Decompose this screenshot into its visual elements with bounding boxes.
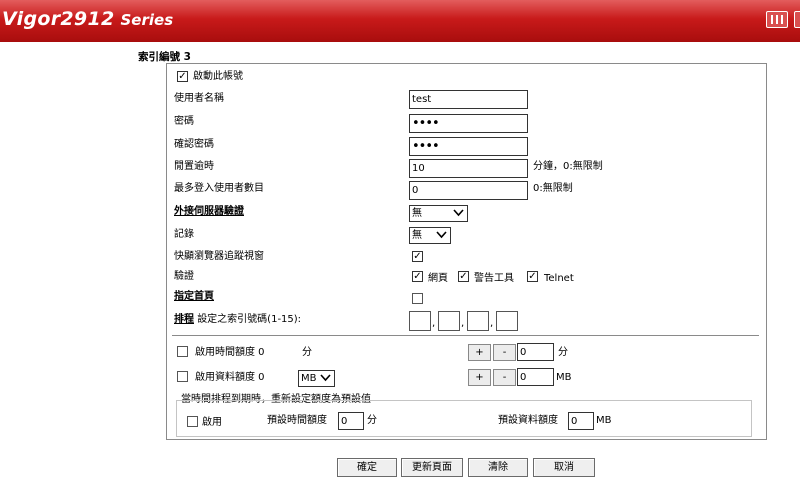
username-input[interactable]	[409, 90, 528, 109]
data-quota-minus-button[interactable]: -	[493, 369, 516, 386]
password-input[interactable]	[409, 114, 528, 133]
external-server-auth-select[interactable]: 無	[409, 205, 468, 222]
auth-web-label: 網頁	[428, 273, 448, 284]
series-name: Series	[120, 11, 174, 29]
auth-alert-tool-checkbox[interactable]: ✓	[458, 271, 469, 282]
auth-alert-tool-label: 警告工具	[474, 273, 514, 284]
index-label: 索引編號 3	[138, 51, 191, 63]
log-value: 無	[412, 230, 422, 241]
schedule-index-2-input[interactable]	[438, 311, 460, 331]
enable-account-label: 啟動此帳號	[193, 71, 243, 82]
default-data-quota-label: 預設資料額度	[498, 415, 558, 426]
reset-quota-section	[176, 400, 752, 437]
landing-page-link[interactable]: 指定首頁	[174, 290, 214, 304]
default-data-quota-unit: MB	[596, 415, 612, 426]
authentication-label: 驗證	[174, 271, 194, 282]
log-label: 記錄	[174, 229, 194, 240]
idle-timeout-label: 閒置逾時	[174, 161, 214, 172]
cancel-button[interactable]: 取消	[533, 458, 595, 477]
product-logo: Vigor2912 Series	[2, 8, 173, 34]
max-login-users-unit: 0:無限制	[533, 183, 573, 194]
schedule-separator: ,	[461, 318, 465, 329]
time-quota-unit-label: 分	[302, 347, 312, 358]
schedule-index-3-input[interactable]	[467, 311, 489, 331]
clear-button[interactable]: 清除	[468, 458, 528, 477]
data-quota-label: 啟用資料額度 0	[195, 372, 265, 383]
default-time-quota-unit: 分	[367, 415, 377, 426]
data-quota-plus-button[interactable]: +	[468, 369, 491, 386]
default-data-quota-input[interactable]	[568, 412, 594, 430]
external-server-auth-value: 無	[412, 208, 422, 219]
idle-timeout-unit: 分鐘，0:無限制	[533, 161, 603, 172]
external-server-auth-link[interactable]: 外接伺服器驗證	[174, 205, 244, 219]
time-quota-unit: 分	[558, 347, 568, 358]
ok-button[interactable]: 確定	[337, 458, 397, 477]
time-quota-label: 啟用時間額度 0	[195, 347, 265, 358]
reset-enable-checkbox[interactable]	[187, 416, 198, 427]
default-time-quota-input[interactable]	[338, 412, 364, 430]
default-time-quota-label: 預設時間額度	[267, 415, 327, 426]
time-quota-plus-button[interactable]: +	[468, 344, 491, 361]
idle-timeout-input[interactable]	[409, 159, 528, 178]
model-name: Vigor2912	[2, 8, 115, 30]
schedule-separator: ,	[490, 318, 494, 329]
schedule-link[interactable]: 排程	[174, 314, 194, 325]
chevron-down-icon	[436, 230, 447, 239]
auth-telnet-checkbox[interactable]: ✓	[527, 271, 538, 282]
landing-page-checkbox[interactable]	[412, 293, 423, 304]
settings-sliders-icon[interactable]	[766, 11, 788, 28]
popup-tracking-checkbox[interactable]: ✓	[412, 251, 423, 262]
max-login-users-label: 最多登入使用者數目	[174, 183, 264, 194]
auth-web-checkbox[interactable]: ✓	[412, 271, 423, 282]
confirm-password-label: 確認密碼	[174, 139, 214, 150]
schedule-index-4-input[interactable]	[496, 311, 518, 331]
enable-account-checkbox[interactable]: ✓	[177, 71, 188, 82]
auth-telnet-label: Telnet	[544, 273, 574, 284]
data-quota-unit-select[interactable]: MB	[298, 370, 335, 387]
schedule-separator: ,	[432, 318, 436, 329]
refresh-page-button[interactable]: 更新頁面	[401, 458, 463, 477]
toolbar-icon[interactable]	[794, 11, 800, 28]
schedule-index-1-input[interactable]	[409, 311, 431, 331]
schedule-suffix: 設定之索引號碼(1-15):	[197, 314, 302, 325]
reset-enable-label: 啟用	[202, 417, 222, 428]
username-label: 使用者名稱	[174, 93, 224, 104]
log-select[interactable]: 無	[409, 227, 451, 244]
section-divider	[172, 335, 759, 336]
time-quota-checkbox[interactable]	[177, 346, 188, 357]
time-quota-minus-button[interactable]: -	[493, 344, 516, 361]
data-quota-unit-value: MB	[301, 373, 317, 384]
max-login-users-input[interactable]	[409, 181, 528, 200]
password-label: 密碼	[174, 116, 194, 127]
schedule-row: 排程 設定之索引號碼(1-15):	[174, 313, 301, 327]
data-quota-checkbox[interactable]	[177, 371, 188, 382]
popup-tracking-label: 快顯瀏覽器追蹤視窗	[174, 251, 264, 262]
data-quota-unit: MB	[556, 372, 572, 383]
data-quota-input[interactable]	[517, 368, 554, 386]
time-quota-input[interactable]	[517, 343, 554, 361]
chevron-down-icon	[453, 208, 464, 217]
header-bar: Vigor2912 Series	[0, 0, 800, 42]
confirm-password-input[interactable]	[409, 137, 528, 156]
chevron-down-icon	[320, 373, 331, 382]
